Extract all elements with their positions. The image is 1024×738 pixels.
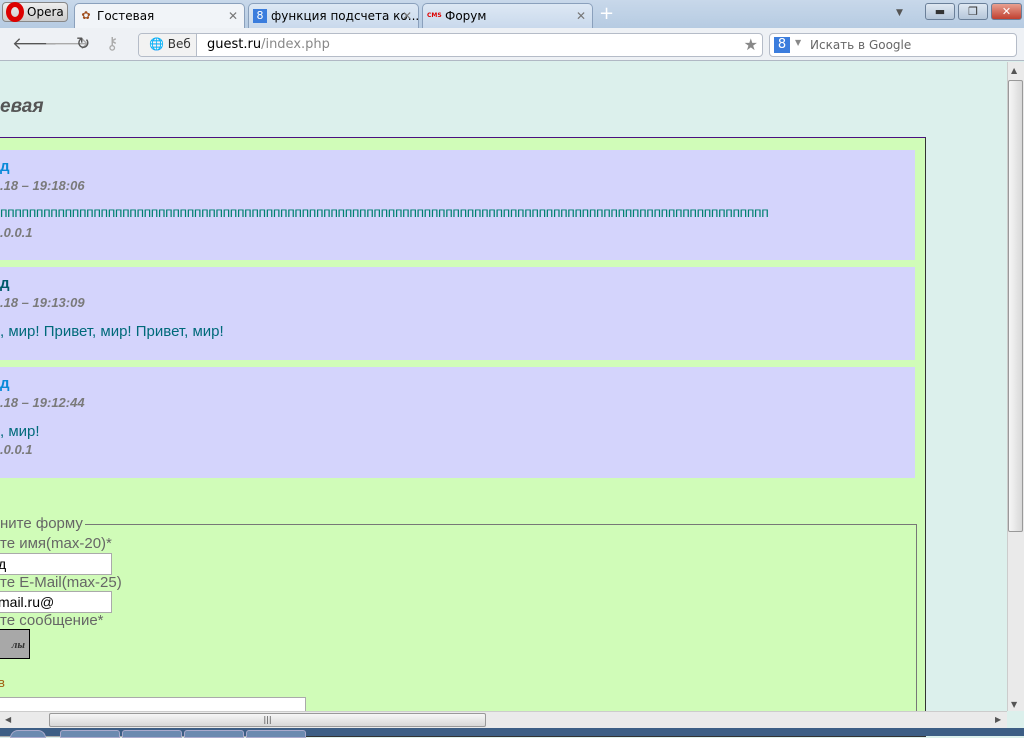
search-input[interactable]: 8 ▼ Искать в Google <box>769 33 1017 57</box>
close-window-button[interactable]: ✕ <box>991 3 1022 20</box>
google-icon: 8 <box>774 37 790 53</box>
post: д .18 – 19:12:44 , мир! .0.0.1 <box>0 367 915 478</box>
tab-google[interactable]: 8 функция подсчета ко... ✕ <box>248 3 419 28</box>
opera-label: Opera <box>27 5 64 19</box>
scroll-left-icon[interactable]: ◀ <box>5 715 11 724</box>
close-tab-icon[interactable]: ✕ <box>228 9 238 23</box>
tab-guestbook[interactable]: ✿ Гостевая ✕ <box>74 3 245 28</box>
post-author: д <box>0 158 10 175</box>
post-author: д <box>0 375 10 392</box>
form-hint: в <box>0 675 5 690</box>
tab-forum[interactable]: CMS Форум ✕ <box>422 3 593 28</box>
tab-label: Форум <box>445 9 487 23</box>
globe-icon: 🌐 <box>149 37 164 51</box>
email-input[interactable]: @mail.ru <box>0 591 112 613</box>
taskbar-item[interactable] <box>122 730 182 738</box>
close-tab-icon[interactable]: ✕ <box>576 9 586 23</box>
post: д .18 – 19:13:09 , мир! Привет, мир! При… <box>0 267 915 360</box>
tab-label: функция подсчета ко... <box>271 9 419 23</box>
search-placeholder: Искать в Google <box>810 38 912 52</box>
page-title: евая <box>0 96 44 117</box>
minimize-button[interactable]: ▬ <box>925 3 955 20</box>
post-ip: .0.0.1 <box>0 442 33 457</box>
smiles-button[interactable]: лы <box>0 629 30 659</box>
web-label: Веб <box>167 37 191 51</box>
reload-icon[interactable]: ↻ <box>76 34 90 54</box>
vertical-scroll-thumb[interactable] <box>1008 80 1023 532</box>
opera-menu-button[interactable]: Opera <box>2 2 68 22</box>
url-path: /index.php <box>261 37 330 52</box>
web-badge-button[interactable]: 🌐 Веб <box>139 34 197 56</box>
form-legend: ните форму <box>0 515 85 532</box>
cms-favicon-icon: CMS <box>427 12 442 19</box>
guestbook-favicon-icon: ✿ <box>81 9 91 22</box>
horizontal-scroll-thumb[interactable]: ||| <box>49 713 486 727</box>
post-date: .18 – 19:18:06 <box>0 178 85 193</box>
start-button[interactable] <box>10 730 46 738</box>
email-label: те E-Mail(max-25) <box>0 574 122 591</box>
scroll-down-icon[interactable]: ▼ <box>1011 700 1017 709</box>
new-tab-button[interactable]: + <box>599 3 614 24</box>
taskbar-item[interactable] <box>184 730 244 738</box>
url-host: guest.ru <box>207 37 262 52</box>
scroll-right-icon[interactable]: ▶ <box>995 715 1001 724</box>
google-favicon-icon: 8 <box>253 9 267 23</box>
key-icon[interactable]: ⚷ <box>106 34 118 54</box>
post-message: , мир! <box>0 423 40 440</box>
opera-logo-icon <box>6 2 24 22</box>
post-ip: .0.0.1 <box>0 225 33 240</box>
name-label: те имя(max-20)* <box>0 535 112 552</box>
search-engine-dropdown-icon[interactable]: ▼ <box>795 38 801 47</box>
address-bar[interactable]: 🌐 Веб guest.ru/index.php ★ <box>138 33 763 57</box>
post-date: .18 – 19:12:44 <box>0 395 85 410</box>
taskbar-item[interactable] <box>60 730 120 738</box>
restore-button[interactable]: ❐ <box>958 3 988 20</box>
post-message: пппппппппппппппппппппппппппппппппппппппп… <box>0 204 769 220</box>
tab-list-dropdown-icon[interactable]: ▼ <box>896 8 903 18</box>
post-form <box>0 524 917 724</box>
post-author: д <box>0 275 10 292</box>
scroll-up-icon[interactable]: ▲ <box>1011 66 1017 75</box>
close-tab-icon[interactable]: ✕ <box>402 9 412 23</box>
tab-label: Гостевая <box>97 9 155 23</box>
bookmark-star-icon[interactable]: ★ <box>744 35 758 54</box>
navigation-bar: 🡐 🡒 ↻ ⚷ 🌐 Веб guest.ru/index.php ★ 8 ▼ Иск… <box>0 28 1024 61</box>
taskbar-item[interactable] <box>246 730 306 738</box>
message-label: те сообщение* <box>0 612 104 629</box>
post-message: , мир! Привет, мир! Привет, мир! <box>0 323 224 340</box>
name-input[interactable]: д <box>0 553 112 575</box>
post: д .18 – 19:18:06 ппппппппппппппппппппппп… <box>0 150 915 260</box>
post-date: .18 – 19:13:09 <box>0 295 85 310</box>
